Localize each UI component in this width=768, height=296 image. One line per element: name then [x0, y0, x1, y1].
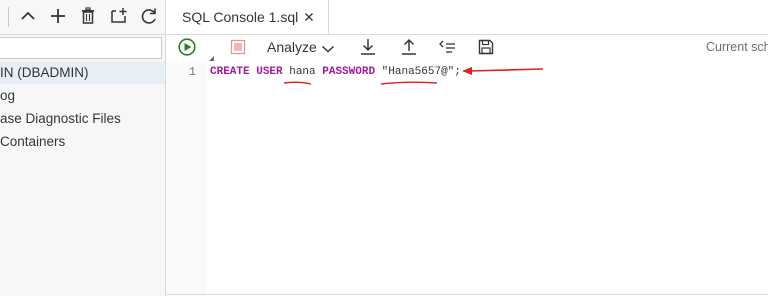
annotation-overlay — [283, 67, 544, 85]
editor-bottom-border — [166, 294, 768, 295]
arrow-annotation-icon — [462, 67, 544, 75]
underline-annotation-user — [283, 81, 312, 85]
underline-annotation-password — [380, 81, 438, 85]
